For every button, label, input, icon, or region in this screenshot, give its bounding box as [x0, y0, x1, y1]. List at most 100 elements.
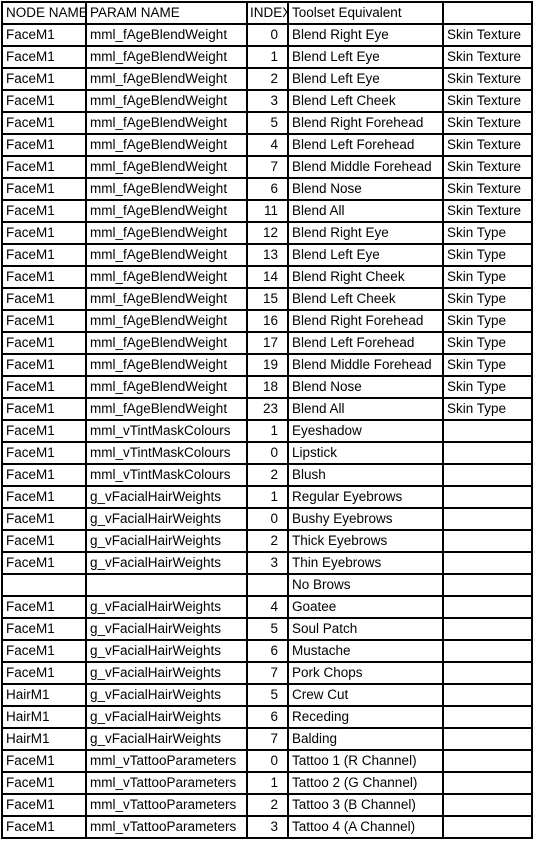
cell-category[interactable] [442, 573, 533, 597]
cell-toolset_equivalent[interactable]: Balding [287, 727, 444, 751]
cell-index[interactable]: 2 [246, 793, 289, 817]
cell-param_name[interactable]: g_vFacialHairWeights [85, 529, 248, 553]
cell-param_name[interactable]: mml_vTintMaskColours [85, 463, 248, 487]
cell-node_name[interactable]: FaceM1 [1, 529, 87, 553]
cell-toolset_equivalent[interactable]: No Brows [287, 573, 444, 597]
cell-param_name[interactable]: mml_fAgeBlendWeight [85, 177, 248, 201]
cell-node_name[interactable]: FaceM1 [1, 265, 87, 289]
cell-category[interactable] [442, 551, 533, 575]
table-row[interactable]: HairM1 g_vFacialHairWeights 7 Balding [1, 727, 533, 751]
cell-index[interactable]: 0 [246, 749, 289, 773]
cell-node_name[interactable]: FaceM1 [1, 23, 87, 47]
cell-index[interactable]: 6 [246, 705, 289, 729]
cell-category[interactable]: Skin Type [442, 397, 533, 421]
cell-node_name[interactable]: FaceM1 [1, 353, 87, 377]
cell-category[interactable] [442, 727, 533, 751]
table-row[interactable]: FaceM1 mml_fAgeBlendWeight 19 Blend Middle … [1, 353, 533, 377]
table-row[interactable]: FaceM1 mml_fAgeBlendWeight 2 Blend Left Eye… [1, 67, 533, 91]
cell-toolset_equivalent[interactable]: Blend Left Cheek [287, 287, 444, 311]
cell-category[interactable] [442, 507, 533, 531]
column-header-category[interactable] [442, 1, 533, 25]
cell-param_name[interactable]: mml_vTattooParameters [85, 815, 248, 839]
cell-index[interactable]: 3 [246, 551, 289, 575]
cell-node_name[interactable]: FaceM1 [1, 45, 87, 69]
cell-toolset_equivalent[interactable]: Blend Middle Forehead [287, 155, 444, 179]
table-row[interactable]: FaceM1 mml_fAgeBlendWeight 3 Blend Left Che… [1, 89, 533, 113]
table-row[interactable]: No Brows [1, 573, 533, 597]
cell-param_name[interactable]: mml_vTintMaskColours [85, 441, 248, 465]
cell-category[interactable]: Skin Type [442, 287, 533, 311]
table-row[interactable]: FaceM1 mml_fAgeBlendWeight 11 Blend All Skin… [1, 199, 533, 223]
cell-category[interactable] [442, 815, 533, 839]
table-row[interactable]: HairM1 g_vFacialHairWeights 5 Crew Cut [1, 683, 533, 707]
cell-category[interactable]: Skin Type [442, 375, 533, 399]
cell-node_name[interactable]: FaceM1 [1, 375, 87, 399]
cell-node_name[interactable]: HairM1 [1, 727, 87, 751]
cell-index[interactable]: 15 [246, 287, 289, 311]
cell-toolset_equivalent[interactable]: Pork Chops [287, 661, 444, 685]
cell-param_name[interactable] [85, 573, 248, 597]
cell-param_name[interactable]: mml_fAgeBlendWeight [85, 397, 248, 421]
cell-param_name[interactable]: g_vFacialHairWeights [85, 507, 248, 531]
cell-node_name[interactable]: FaceM1 [1, 397, 87, 421]
cell-node_name[interactable]: HairM1 [1, 683, 87, 707]
table-row[interactable]: FaceM1 g_vFacialHairWeights 3 Thin Eyebrows [1, 551, 533, 575]
cell-toolset_equivalent[interactable]: Soul Patch [287, 617, 444, 641]
cell-index[interactable]: 19 [246, 353, 289, 377]
cell-category[interactable]: Skin Texture [442, 111, 533, 135]
cell-param_name[interactable]: mml_fAgeBlendWeight [85, 89, 248, 113]
cell-toolset_equivalent[interactable]: Blush [287, 463, 444, 487]
table-row[interactable]: FaceM1 g_vFacialHairWeights 5 Soul Patch [1, 617, 533, 641]
cell-toolset_equivalent[interactable]: Tattoo 2 (G Channel) [287, 771, 444, 795]
table-row[interactable]: FaceM1 g_vFacialHairWeights 0 Bushy Eyebrow… [1, 507, 533, 531]
cell-index[interactable]: 2 [246, 529, 289, 553]
cell-param_name[interactable]: mml_fAgeBlendWeight [85, 199, 248, 223]
cell-category[interactable] [442, 639, 533, 663]
cell-index[interactable]: 14 [246, 265, 289, 289]
cell-node_name[interactable]: FaceM1 [1, 507, 87, 531]
cell-node_name[interactable]: FaceM1 [1, 111, 87, 135]
cell-node_name[interactable]: FaceM1 [1, 661, 87, 685]
cell-param_name[interactable]: mml_fAgeBlendWeight [85, 243, 248, 267]
cell-category[interactable]: Skin Type [442, 331, 533, 355]
table-row[interactable]: FaceM1 mml_fAgeBlendWeight 15 Blend Left Ch… [1, 287, 533, 311]
cell-category[interactable]: Skin Type [442, 309, 533, 333]
cell-node_name[interactable]: FaceM1 [1, 793, 87, 817]
cell-node_name[interactable] [1, 573, 87, 597]
cell-param_name[interactable]: mml_fAgeBlendWeight [85, 331, 248, 355]
cell-toolset_equivalent[interactable]: Thick Eyebrows [287, 529, 444, 553]
cell-index[interactable]: 6 [246, 639, 289, 663]
cell-index[interactable]: 0 [246, 441, 289, 465]
cell-category[interactable]: Skin Type [442, 243, 533, 267]
cell-node_name[interactable]: FaceM1 [1, 441, 87, 465]
table-row[interactable]: FaceM1 mml_vTintMaskColours 2 Blush [1, 463, 533, 487]
cell-toolset_equivalent[interactable]: Blend Right Forehead [287, 111, 444, 135]
cell-node_name[interactable]: FaceM1 [1, 551, 87, 575]
cell-toolset_equivalent[interactable]: Blend Nose [287, 177, 444, 201]
column-header-node_name[interactable]: NODE NAME [1, 1, 87, 25]
cell-category[interactable]: Skin Texture [442, 177, 533, 201]
cell-node_name[interactable]: FaceM1 [1, 815, 87, 839]
table-row[interactable]: FaceM1 mml_fAgeBlendWeight 0 Blend Right Ey… [1, 23, 533, 47]
cell-toolset_equivalent[interactable]: Tattoo 4 (A Channel) [287, 815, 444, 839]
table-row[interactable]: FaceM1 mml_fAgeBlendWeight 14 Blend Right C… [1, 265, 533, 289]
cell-param_name[interactable]: mml_vTattooParameters [85, 749, 248, 773]
cell-index[interactable]: 1 [246, 485, 289, 509]
cell-node_name[interactable]: FaceM1 [1, 199, 87, 223]
cell-index[interactable]: 4 [246, 595, 289, 619]
table-row[interactable]: FaceM1 mml_fAgeBlendWeight 1 Blend Left Eye… [1, 45, 533, 69]
cell-category[interactable] [442, 683, 533, 707]
cell-node_name[interactable]: FaceM1 [1, 177, 87, 201]
cell-param_name[interactable]: g_vFacialHairWeights [85, 683, 248, 707]
column-header-toolset_equivalent[interactable]: Toolset Equivalent [287, 1, 444, 25]
cell-category[interactable]: Skin Type [442, 265, 533, 289]
cell-index[interactable]: 11 [246, 199, 289, 223]
table-row[interactable]: FaceM1 mml_fAgeBlendWeight 13 Blend Left Ey… [1, 243, 533, 267]
cell-toolset_equivalent[interactable]: Blend Left Eye [287, 67, 444, 91]
cell-node_name[interactable]: FaceM1 [1, 617, 87, 641]
cell-toolset_equivalent[interactable]: Blend Left Eye [287, 45, 444, 69]
table-row[interactable]: FaceM1 mml_fAgeBlendWeight 16 Blend Right F… [1, 309, 533, 333]
cell-node_name[interactable]: FaceM1 [1, 639, 87, 663]
cell-toolset_equivalent[interactable]: Blend Middle Forehead [287, 353, 444, 377]
table-row[interactable]: HairM1 g_vFacialHairWeights 6 Receding [1, 705, 533, 729]
